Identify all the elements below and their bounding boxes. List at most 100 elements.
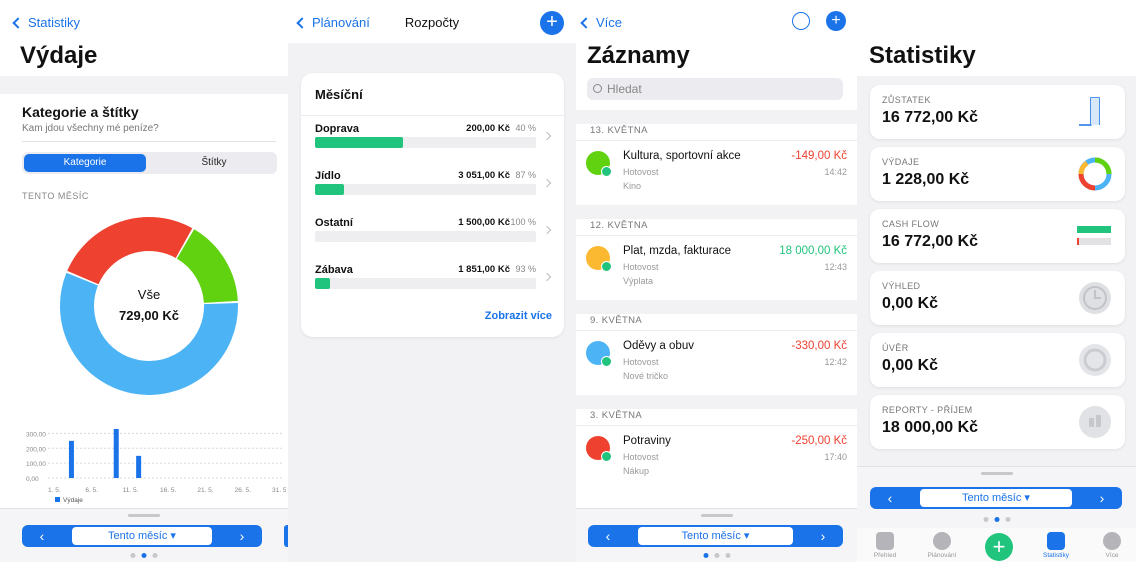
budget-name: Doprava bbox=[315, 123, 360, 135]
budget-card: Měsíční Doprava 200,00 Kč 40 % Jídlo 3 0… bbox=[301, 73, 564, 337]
prev-period-button[interactable]: ‹ bbox=[594, 525, 622, 547]
sheet-handle[interactable] bbox=[980, 472, 1013, 475]
stat-card[interactable]: VÝHLED 0,00 Kč bbox=[870, 271, 1125, 325]
back-button[interactable]: Více bbox=[580, 15, 622, 30]
x-tick-label: 21. 5. bbox=[197, 487, 213, 494]
stat-value: 16 772,00 Kč bbox=[882, 233, 979, 250]
page-dots bbox=[703, 553, 730, 558]
stat-card[interactable]: ÚVĚR 0,00 Kč bbox=[870, 333, 1125, 387]
donut-value: 729,00 Kč bbox=[119, 308, 179, 323]
record-note: Kino bbox=[623, 181, 642, 191]
period-select[interactable]: Tento měsíc ▾ bbox=[638, 527, 793, 545]
stat-card[interactable]: REPORTY - PŘÍJEM 18 000,00 Kč bbox=[870, 395, 1125, 449]
prev-period-button[interactable]: ‹ bbox=[876, 487, 904, 509]
record-amount: 18 000,00 Kč bbox=[779, 245, 847, 257]
budget-name: Ostatní bbox=[315, 217, 353, 229]
budget-row[interactable]: Ostatní 1 500,00 Kč 100 % bbox=[315, 217, 552, 257]
section-divider bbox=[576, 300, 857, 314]
record-account: Hotovost bbox=[623, 167, 659, 177]
next-period-button[interactable]: › bbox=[1088, 487, 1116, 509]
budget-progress-fill bbox=[315, 137, 404, 148]
sheet-handle[interactable] bbox=[128, 514, 160, 517]
budget-percent: 100 % bbox=[510, 217, 536, 227]
period-select[interactable]: Tento měsíc ▾ bbox=[920, 489, 1072, 507]
section-divider bbox=[576, 395, 857, 409]
period-label: TENTO MĚSÍC bbox=[22, 191, 89, 201]
tab-label: Více bbox=[1105, 552, 1119, 559]
budget-amount: 200,00 Kč bbox=[466, 123, 510, 134]
budget-row[interactable]: Jídlo 3 051,00 Kč 87 % bbox=[315, 170, 552, 210]
prev-period-button[interactable]: ‹ bbox=[28, 525, 56, 547]
budget-amount: 1 851,00 Kč bbox=[458, 264, 510, 275]
period-select[interactable]: Tento měsíc ▾ bbox=[72, 527, 212, 545]
next-period-button[interactable]: › bbox=[228, 525, 256, 547]
expense-bar[interactable] bbox=[68, 440, 74, 478]
record-item[interactable]: Oděvy a obuv -330,00 Kč Hotovost 12:42 N… bbox=[576, 333, 857, 393]
stat-card[interactable]: CASH FLOW 16 772,00 Kč bbox=[870, 209, 1125, 263]
add-record-button[interactable]: + bbox=[985, 533, 1013, 561]
expense-bar[interactable] bbox=[136, 455, 142, 478]
separator bbox=[576, 235, 857, 236]
stat-card[interactable]: ZŮSTATEK 16 772,00 Kč bbox=[870, 85, 1125, 139]
section-divider bbox=[576, 110, 857, 124]
cashflow-icon bbox=[1077, 226, 1111, 245]
segmented-control[interactable]: Kategorie Štítky bbox=[22, 152, 277, 174]
record-item[interactable]: Plat, mzda, fakturace 18 000,00 Kč Hotov… bbox=[576, 238, 857, 298]
statistics-icon bbox=[1047, 532, 1065, 550]
bottom-sheet: ‹ Tento měsíc ▾ › bbox=[0, 508, 288, 562]
budget-row[interactable]: Doprava 200,00 Kč 40 % bbox=[315, 123, 552, 163]
tab-more[interactable]: Více bbox=[1087, 532, 1136, 559]
page-dots bbox=[983, 517, 1010, 522]
show-more-link[interactable]: Zobrazit více bbox=[485, 310, 552, 322]
record-title: Plat, mzda, fakturace bbox=[623, 245, 732, 257]
search-input[interactable]: Hledat bbox=[587, 78, 843, 100]
credit-icon bbox=[1079, 344, 1111, 376]
segment-tags[interactable]: Štítky bbox=[153, 154, 275, 172]
x-tick-label: 31. 5. bbox=[272, 487, 286, 494]
check-icon bbox=[601, 261, 612, 272]
chevron-right-icon bbox=[542, 131, 552, 141]
record-time: 12:42 bbox=[824, 357, 847, 367]
stat-value: 1 228,00 Kč bbox=[882, 171, 970, 188]
budget-card-title: Měsíční bbox=[315, 87, 363, 102]
add-button[interactable]: + bbox=[540, 11, 564, 35]
record-item[interactable]: Potraviny -250,00 Kč Hotovost 17:40 Náku… bbox=[576, 428, 857, 488]
tab-overview[interactable]: Přehled bbox=[860, 532, 910, 559]
record-amount: -330,00 Kč bbox=[791, 340, 847, 352]
check-icon bbox=[601, 356, 612, 367]
stat-label: REPORTY - PŘÍJEM bbox=[882, 405, 973, 415]
tab-statistics[interactable]: Statistiky bbox=[1031, 532, 1081, 559]
donut-label: Vše bbox=[137, 287, 161, 302]
stat-card[interactable]: VÝDAJE 1 228,00 Kč bbox=[870, 147, 1125, 201]
segment-categories[interactable]: Kategorie bbox=[24, 154, 146, 172]
record-account: Hotovost bbox=[623, 452, 659, 462]
record-item[interactable]: Kultura, sportovní akce -149,00 Kč Hotov… bbox=[576, 143, 857, 203]
sheet-handle[interactable] bbox=[700, 514, 733, 517]
x-tick-label: 16. 5. bbox=[160, 487, 176, 494]
back-button[interactable]: Statistiky bbox=[12, 15, 80, 30]
card-subtitle: Kam jdou všechny mé peníze? bbox=[22, 123, 159, 134]
expenses-screen: Statistiky Výdaje Kategorie a štítky Kam… bbox=[0, 0, 288, 562]
page-title: Záznamy bbox=[587, 42, 690, 69]
more-icon bbox=[1103, 532, 1121, 550]
tab-label: Plánování bbox=[927, 552, 957, 559]
tab-bar: Přehled Plánování + Statistiky Více bbox=[857, 528, 1136, 562]
date-header: 9. KVĚTNA bbox=[590, 315, 643, 326]
chevron-right-icon bbox=[542, 225, 552, 235]
period-select-label: Tento měsíc bbox=[681, 530, 741, 542]
expense-bar[interactable] bbox=[113, 428, 119, 478]
tab-planning[interactable]: Plánování bbox=[917, 532, 967, 559]
add-button[interactable]: + bbox=[826, 11, 846, 31]
period-select-label: Tento měsíc bbox=[108, 530, 168, 542]
category-icon bbox=[586, 341, 612, 367]
record-time: 12:43 bbox=[824, 262, 847, 272]
budget-row[interactable]: Zábava 1 851,00 Kč 93 % bbox=[315, 264, 552, 304]
next-period-button[interactable]: › bbox=[809, 525, 837, 547]
donut-slice[interactable] bbox=[67, 217, 193, 285]
stat-label: ÚVĚR bbox=[882, 343, 909, 353]
date-header: 12. KVĚTNA bbox=[590, 220, 648, 231]
filter-icon[interactable] bbox=[792, 12, 810, 30]
category-icon bbox=[586, 246, 612, 272]
planning-icon bbox=[933, 532, 951, 550]
forecast-clock-icon bbox=[1079, 282, 1111, 314]
